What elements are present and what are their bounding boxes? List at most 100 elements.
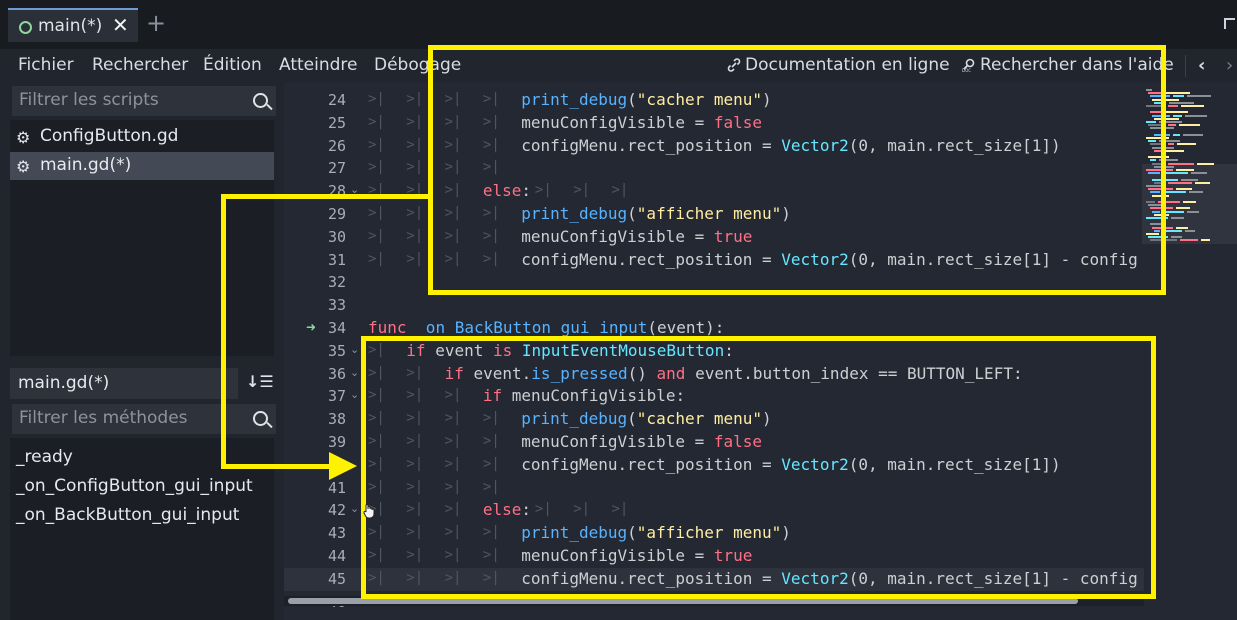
- fold-arrow-icon[interactable]: ⌄: [350, 343, 359, 356]
- minimap-line: [1176, 188, 1192, 191]
- tab-indent-marker: >|: [368, 227, 385, 244]
- gear-icon: ⚙: [16, 157, 31, 176]
- tab-bar: main(*) ✕ +: [0, 0, 1237, 49]
- menu-atteindre[interactable]: Atteindre: [279, 55, 357, 75]
- filter-scripts-input[interactable]: Filtrer les scripts: [12, 86, 276, 116]
- minimap-line: [1164, 111, 1188, 114]
- filter-scripts-placeholder: Filtrer les scripts: [19, 90, 159, 110]
- line-number: 30: [327, 227, 346, 246]
- new-tab-button[interactable]: +: [146, 9, 166, 37]
- minimap-line: [1187, 210, 1199, 213]
- script-item-label: main.gd(*): [40, 155, 132, 175]
- line-number: 32: [327, 273, 346, 292]
- fold-arrow-icon[interactable]: ⌄: [350, 388, 359, 401]
- menu-fichier[interactable]: Fichier: [18, 55, 74, 75]
- fullscreen-icon[interactable]: [1224, 18, 1235, 29]
- script-item-main[interactable]: ⚙ main.gd(*): [10, 152, 274, 180]
- hand-cursor-icon: [363, 504, 375, 519]
- code-token: (event):: [647, 318, 725, 337]
- minimap-line: [1183, 201, 1196, 203]
- line-number: 35: [327, 341, 346, 360]
- code-line[interactable]: 33: [284, 294, 1144, 317]
- tab-indent-marker: >|: [368, 205, 385, 221]
- minimap-line: [1181, 105, 1204, 107]
- tab-indent-marker: >|: [368, 159, 385, 176]
- minimap-line: [1176, 169, 1194, 171]
- tab-indent-marker: >|: [406, 227, 424, 244]
- line-number: 44: [327, 547, 346, 565]
- minimap-line: [1168, 162, 1194, 165]
- line-number: 33: [327, 296, 346, 315]
- current-script-label: main.gd(*): [10, 368, 238, 399]
- line-number: 29: [327, 205, 346, 223]
- minimap-line: [1187, 95, 1211, 98]
- minimap-line: [1191, 172, 1207, 175]
- current-script-name: main.gd(*): [18, 373, 110, 393]
- tab-indent-marker: >|: [406, 91, 424, 107]
- minimap-line: [1181, 178, 1198, 181]
- minimap-line: [1163, 172, 1188, 175]
- minimap-line: [1163, 210, 1184, 213]
- line-number: 45: [327, 569, 346, 588]
- line-number: 36: [327, 364, 346, 383]
- minimap-line: [1180, 239, 1198, 242]
- signal-connection-icon[interactable]: ➜: [306, 320, 316, 334]
- minimap-line: [1168, 105, 1178, 107]
- minimap-line: [1189, 191, 1203, 194]
- close-tab-icon[interactable]: ✕: [112, 13, 129, 37]
- annotation-arrow-bottom: [221, 464, 331, 469]
- script-list: ⚙ ConfigButton.gd ⚙ main.gd(*): [10, 120, 274, 356]
- line-number: 42: [327, 501, 346, 520]
- script-item-configbutton[interactable]: ⚙ ConfigButton.gd: [10, 123, 274, 151]
- code-text: func _on_BackButton_gui_input(event):: [368, 318, 724, 337]
- minimap-line: [1197, 162, 1214, 165]
- history-prev-button[interactable]: ‹: [1198, 55, 1205, 76]
- tab-indent-marker: >|: [368, 113, 385, 130]
- annotation-arrow-top: [221, 194, 433, 199]
- sort-methods-icon[interactable]: ↓☰: [246, 372, 274, 391]
- fold-arrow-icon[interactable]: ⌄: [350, 366, 359, 379]
- tab-main[interactable]: main(*) ✕: [8, 8, 138, 42]
- fold-arrow-icon[interactable]: ⌄: [350, 502, 359, 515]
- minimap-line: [1163, 191, 1186, 194]
- filter-methods-input[interactable]: Filtrer les méthodes: [12, 404, 276, 434]
- menu-rechercher[interactable]: Rechercher: [92, 55, 188, 75]
- search-icon: [253, 411, 268, 426]
- line-number: 24: [327, 91, 346, 109]
- minimap-line: [1164, 149, 1184, 152]
- minimap-line: [1164, 92, 1190, 95]
- tab-indent-marker: >|: [368, 136, 385, 153]
- filter-methods-placeholder: Filtrer les méthodes: [19, 408, 188, 428]
- annotation-arrow-head: [329, 452, 357, 480]
- tab-indent-marker: >|: [406, 113, 424, 130]
- code-token: _on_BackButton_gui_input: [416, 318, 648, 337]
- method-item[interactable]: _ready: [16, 447, 73, 467]
- line-number: 25: [327, 113, 346, 132]
- line-number: 26: [327, 136, 346, 155]
- history-next-button[interactable]: ›: [1226, 55, 1233, 76]
- tab-title: main(*): [38, 16, 103, 36]
- minimap-line: [1176, 207, 1190, 210]
- script-status-icon: [19, 21, 32, 34]
- gear-icon: ⚙: [16, 128, 31, 147]
- minimap-line: [1171, 217, 1184, 219]
- minimap-line: [1183, 133, 1203, 136]
- minimap-line: [1169, 101, 1194, 104]
- tab-indent-marker: >|: [406, 205, 424, 221]
- menu-edition[interactable]: Édition: [203, 55, 262, 75]
- line-number: 31: [327, 250, 346, 269]
- line-number: 27: [327, 159, 346, 178]
- line-number: 39: [327, 433, 346, 451]
- minimap-line: [1173, 133, 1180, 136]
- tab-indent-marker: >|: [368, 250, 385, 267]
- annotation-arrow-vertical: [221, 194, 226, 469]
- minimap-line: [1168, 124, 1176, 127]
- menu-separator: [1185, 55, 1186, 77]
- code-token: func: [368, 318, 407, 337]
- method-item[interactable]: _on_BackButton_gui_input: [16, 505, 239, 525]
- method-item[interactable]: _on_ConfigButton_gui_input: [16, 476, 253, 496]
- minimap-line: [1195, 181, 1210, 184]
- line-number: 43: [327, 524, 346, 543]
- tab-indent-marker: >|: [406, 159, 424, 176]
